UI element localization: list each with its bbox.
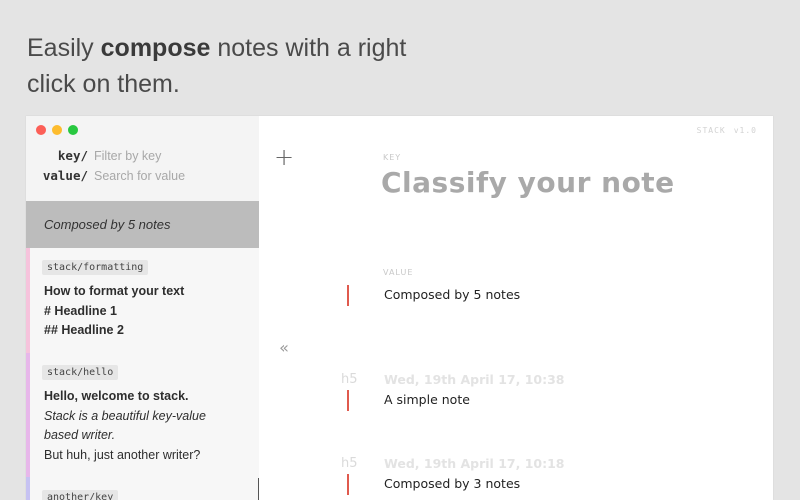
key-filter-label: key/ <box>57 148 88 163</box>
entry-marker <box>347 474 349 495</box>
note-line: But huh, just another writer? <box>44 447 201 462</box>
plus-icon[interactable]: + <box>273 145 295 169</box>
key-filter-input[interactable] <box>94 146 244 166</box>
note-item-another[interactable]: another/key <box>26 477 259 500</box>
key-caption: KEY <box>383 153 402 162</box>
app-brand: STACK v1.0 <box>696 126 757 135</box>
entry-heading-marker: h5 <box>341 372 358 387</box>
note-line: How to format your text <box>44 284 185 298</box>
entry-text[interactable]: A simple note <box>384 392 470 407</box>
value-marker <box>347 285 349 306</box>
minimize-window-button[interactable] <box>52 125 62 135</box>
note-key-tag: stack/hello <box>42 365 119 380</box>
entry-date: Wed, 19th April 17, 10:18 <box>384 456 565 471</box>
promo-headline-bold: compose <box>100 34 211 62</box>
value-text[interactable]: Composed by 5 notes <box>384 287 520 302</box>
entry-text[interactable]: Composed by 3 notes <box>384 476 520 491</box>
zoom-window-button[interactable] <box>68 125 78 135</box>
value-filter-label: value/ <box>42 168 88 183</box>
note-line: # Headline 1 <box>44 303 117 318</box>
double-chevron-left-icon[interactable]: « <box>273 338 295 360</box>
editor-pane: STACK v1.0 + « KEY Classify your note VAL… <box>259 116 773 500</box>
composed-note-item[interactable]: Composed by 5 notes <box>26 201 259 248</box>
window-controls <box>36 125 78 135</box>
note-title[interactable]: Classify your note <box>381 166 675 199</box>
note-color-stripe <box>26 248 30 353</box>
app-window: key/ value/ Composed by 5 notes stack/fo… <box>26 116 773 500</box>
key-filter-row: key/ <box>26 146 259 166</box>
note-line: ## Headline 2 <box>44 323 124 337</box>
note-item-formatting[interactable]: stack/formatting How to format your text… <box>26 248 259 353</box>
note-key-tag: stack/formatting <box>42 260 149 275</box>
note-line: based writer. <box>44 428 116 442</box>
entry-marker <box>347 390 349 411</box>
note-line: Hello, welcome to stack. <box>44 389 189 403</box>
composed-note-label: Composed by 5 notes <box>44 217 171 232</box>
value-caption: VALUE <box>383 268 414 277</box>
promo-headline-line2: click on them. <box>27 70 180 98</box>
promo-headline: Easily compose notes with a right click … <box>27 30 406 102</box>
note-color-stripe <box>26 477 30 500</box>
entry-heading-marker: h5 <box>341 456 358 471</box>
note-color-stripe <box>26 353 30 477</box>
entry-date: Wed, 19th April 17, 10:38 <box>384 372 565 387</box>
promo-headline-line1: Easily compose notes with a right <box>27 34 407 62</box>
value-search-input[interactable] <box>94 166 244 186</box>
sidebar: key/ value/ Composed by 5 notes stack/fo… <box>26 116 259 500</box>
note-item-hello[interactable]: stack/hello Hello, welcome to stack. Sta… <box>26 353 259 477</box>
value-filter-row: value/ <box>26 166 259 186</box>
note-line: Stack is a beautiful key-value <box>44 408 206 423</box>
close-window-button[interactable] <box>36 125 46 135</box>
note-key-tag: another/key <box>42 490 119 500</box>
